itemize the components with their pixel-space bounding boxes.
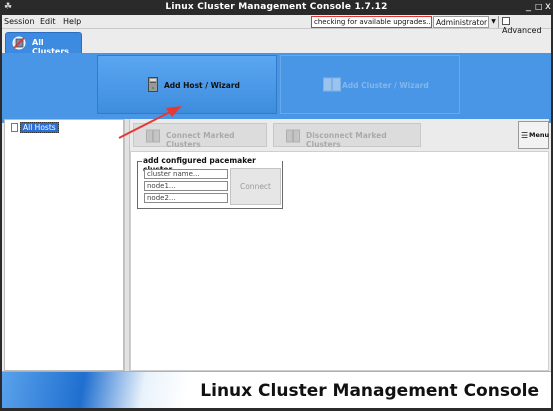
close-button[interactable]: x (545, 1, 551, 12)
minimize-button[interactable]: _ (526, 1, 531, 12)
connect-marked-button[interactable]: Connect Marked Clusters (133, 123, 267, 149)
cluster-toolbar: Connect Marked Clusters Disconnect Marke… (130, 119, 549, 151)
add-host-wizard-button[interactable]: Add Host / Wizard (97, 55, 277, 114)
footer-title: Linux Cluster Management Console (200, 381, 539, 401)
tree-node-label: All Hosts (20, 122, 59, 133)
connect-button[interactable]: Connect (230, 168, 281, 205)
cluster-icon (12, 36, 26, 50)
menubar: Session Edit Help checking for available… (2, 15, 551, 35)
connect-marked-label: Connect Marked Clusters (166, 131, 235, 149)
node1-input[interactable]: node1... (144, 181, 228, 191)
cluster-name-input[interactable]: cluster name... (144, 169, 228, 179)
add-cluster-wizard-button[interactable]: Add Cluster / Wizard (280, 55, 460, 114)
upgrade-status-field: checking for available upgrades... (311, 16, 432, 28)
document-icon (11, 123, 18, 132)
menu-edit[interactable]: Edit (40, 17, 56, 26)
maximize-button[interactable]: □ (535, 2, 543, 11)
main-window: Session Edit Help checking for available… (2, 15, 551, 408)
servers-icon (323, 77, 341, 92)
advanced-label: Advanced (502, 26, 542, 35)
menu-label: Menu (529, 131, 550, 139)
cluster-content-area: add configured pacemaker cluster cluster… (130, 151, 549, 371)
tab-all-clusters[interactable]: All Clusters (5, 32, 82, 56)
add-cluster-label: Add Cluster / Wizard (342, 81, 429, 90)
servers-icon (286, 129, 300, 143)
footer-banner: Linux Cluster Management Console (2, 371, 551, 408)
tree-node-all-hosts[interactable]: All Hosts (11, 122, 59, 133)
server-icon (148, 77, 158, 92)
node2-input[interactable]: node2... (144, 193, 228, 203)
servers-icon (146, 129, 160, 143)
checkbox-icon[interactable] (502, 17, 510, 25)
advanced-checkbox[interactable]: Advanced (502, 17, 551, 35)
window-titlebar: ☘ Linux Cluster Management Console 1.7.1… (0, 0, 553, 15)
add-cluster-group: add configured pacemaker cluster cluster… (137, 156, 283, 209)
add-host-label: Add Host / Wizard (164, 81, 240, 90)
menu-button[interactable]: ☰ Menu (518, 121, 549, 149)
menu-help[interactable]: Help (63, 17, 81, 26)
window-title: Linux Cluster Management Console 1.7.12 (165, 2, 388, 12)
menu-session[interactable]: Session (4, 17, 35, 26)
user-select-value: Administrator (436, 18, 488, 27)
disconnect-marked-button[interactable]: Disconnect Marked Clusters (273, 123, 421, 149)
disconnect-marked-label: Disconnect Marked Clusters (306, 131, 387, 149)
hosts-tree: All Hosts (4, 119, 124, 371)
action-bar: Add Host / Wizard Add Cluster / Wizard (2, 53, 551, 123)
hamburger-icon: ☰ (521, 131, 529, 140)
user-select[interactable]: Administrator ▼ (433, 16, 499, 28)
chevron-down-icon[interactable]: ▼ (488, 16, 498, 28)
